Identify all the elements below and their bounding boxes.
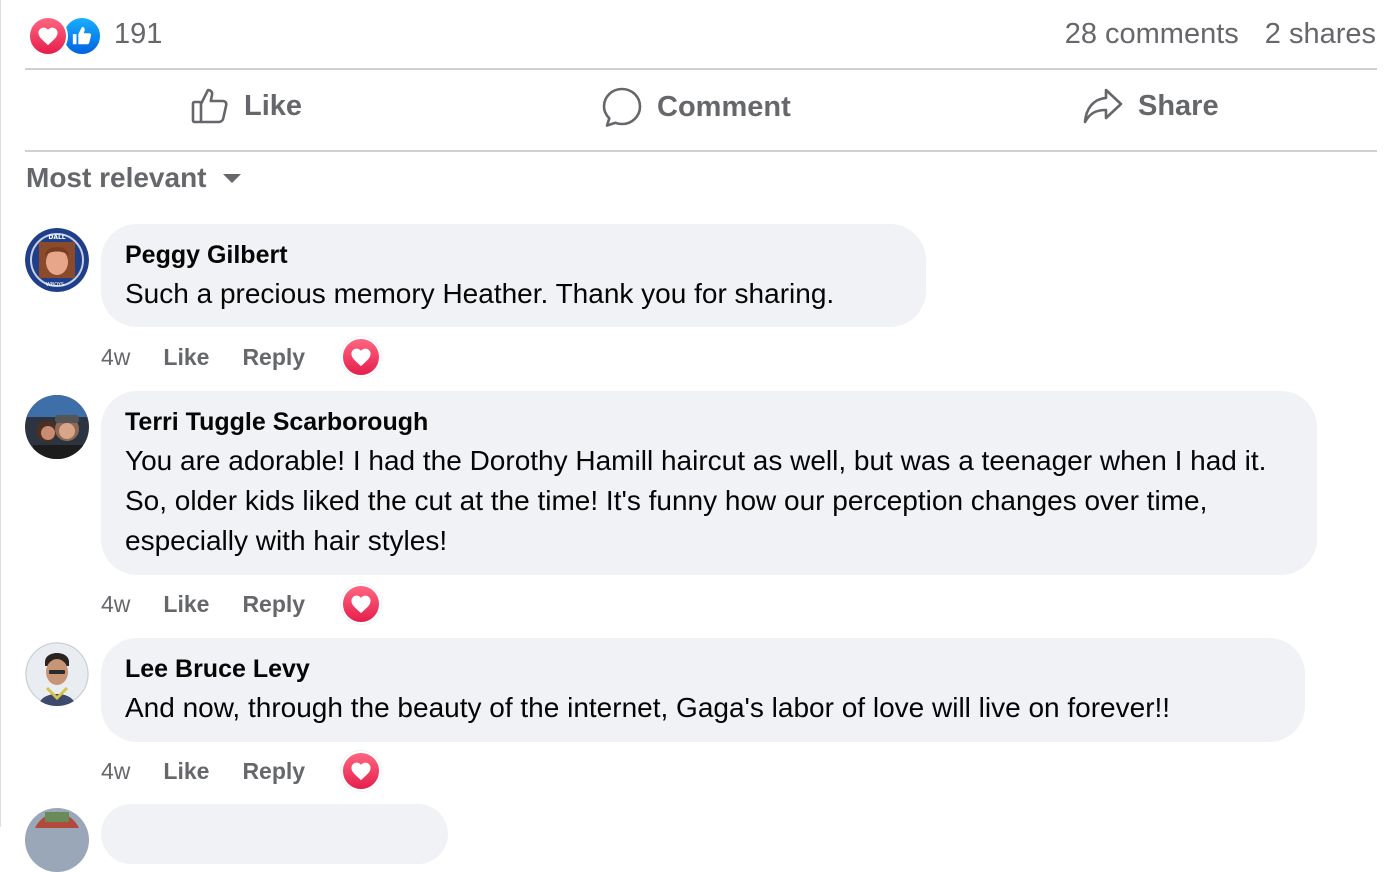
- share-arrow-icon: [1083, 88, 1123, 124]
- share-button-label: Share: [1138, 89, 1219, 122]
- comment-reply-button[interactable]: Reply: [242, 591, 305, 618]
- comment-bubble: Peggy Gilbert Such a precious memory Hea…: [101, 224, 926, 327]
- comment-button[interactable]: Comment: [601, 86, 791, 128]
- love-icon[interactable]: [341, 584, 382, 624]
- comment-text: Such a precious memory Heather. Thank yo…: [125, 278, 835, 309]
- avatar[interactable]: [25, 808, 89, 872]
- post-action-bar: Like Comment Share: [25, 70, 1377, 150]
- sort-label: Most relevant: [26, 162, 207, 193]
- comment-bubble: Lee Bruce Levy And now, through the beau…: [101, 638, 1305, 742]
- reaction-count[interactable]: 191: [114, 18, 162, 51]
- speech-bubble-icon: [602, 87, 642, 127]
- comments-count-link[interactable]: 28 comments: [1065, 18, 1239, 51]
- comment-actions: 4w Like Reply: [101, 584, 382, 624]
- comment-timestamp[interactable]: 4w: [101, 591, 130, 618]
- svg-text:WBOYS: WBOYS: [46, 282, 64, 288]
- reactions-summary: 191 28 comments 2 shares: [26, 14, 1376, 56]
- svg-text:DALL: DALL: [48, 234, 65, 241]
- comment-reply-button[interactable]: Reply: [242, 758, 305, 785]
- share-button[interactable]: Share: [1082, 86, 1219, 126]
- reaction-icons[interactable]: [28, 16, 102, 56]
- comment-like-button[interactable]: Like: [163, 344, 209, 371]
- avatar[interactable]: DALL WBOYS: [25, 228, 89, 292]
- comment-like-button[interactable]: Like: [163, 591, 209, 618]
- avatar[interactable]: [25, 642, 89, 706]
- comment-timestamp[interactable]: 4w: [101, 344, 130, 371]
- comment-bubble: [101, 804, 448, 864]
- comment-actions: 4w Like Reply: [101, 751, 382, 791]
- comment-author[interactable]: Peggy Gilbert: [125, 240, 902, 270]
- comment-sort-dropdown[interactable]: Most relevant: [26, 162, 243, 194]
- like-icon: [62, 16, 102, 56]
- comment-text: You are adorable! I had the Dorothy Hami…: [125, 445, 1267, 556]
- comment-bubble: Terri Tuggle Scarborough You are adorabl…: [101, 391, 1317, 575]
- comment-text: And now, through the beauty of the inter…: [125, 692, 1171, 723]
- thumbs-up-icon: [191, 88, 228, 124]
- comment-timestamp[interactable]: 4w: [101, 758, 130, 785]
- love-icon[interactable]: [341, 751, 382, 791]
- divider: [25, 150, 1377, 152]
- comment-like-button[interactable]: Like: [163, 758, 209, 785]
- comment-button-label: Comment: [657, 90, 791, 123]
- comment-author[interactable]: Lee Bruce Levy: [125, 654, 1281, 684]
- comment-actions: 4w Like Reply: [101, 337, 382, 377]
- like-button-label: Like: [244, 89, 303, 122]
- love-icon: [28, 16, 68, 56]
- shares-count-link[interactable]: 2 shares: [1265, 18, 1376, 51]
- love-icon[interactable]: [341, 337, 382, 377]
- post-stats: 28 comments 2 shares: [1065, 18, 1376, 51]
- comment-reply-button[interactable]: Reply: [242, 344, 305, 371]
- avatar[interactable]: [25, 395, 89, 459]
- caret-down-icon: [222, 174, 241, 183]
- left-border: [0, 0, 1, 827]
- like-button[interactable]: Like: [190, 86, 302, 126]
- comment-author[interactable]: Terri Tuggle Scarborough: [125, 407, 1293, 437]
